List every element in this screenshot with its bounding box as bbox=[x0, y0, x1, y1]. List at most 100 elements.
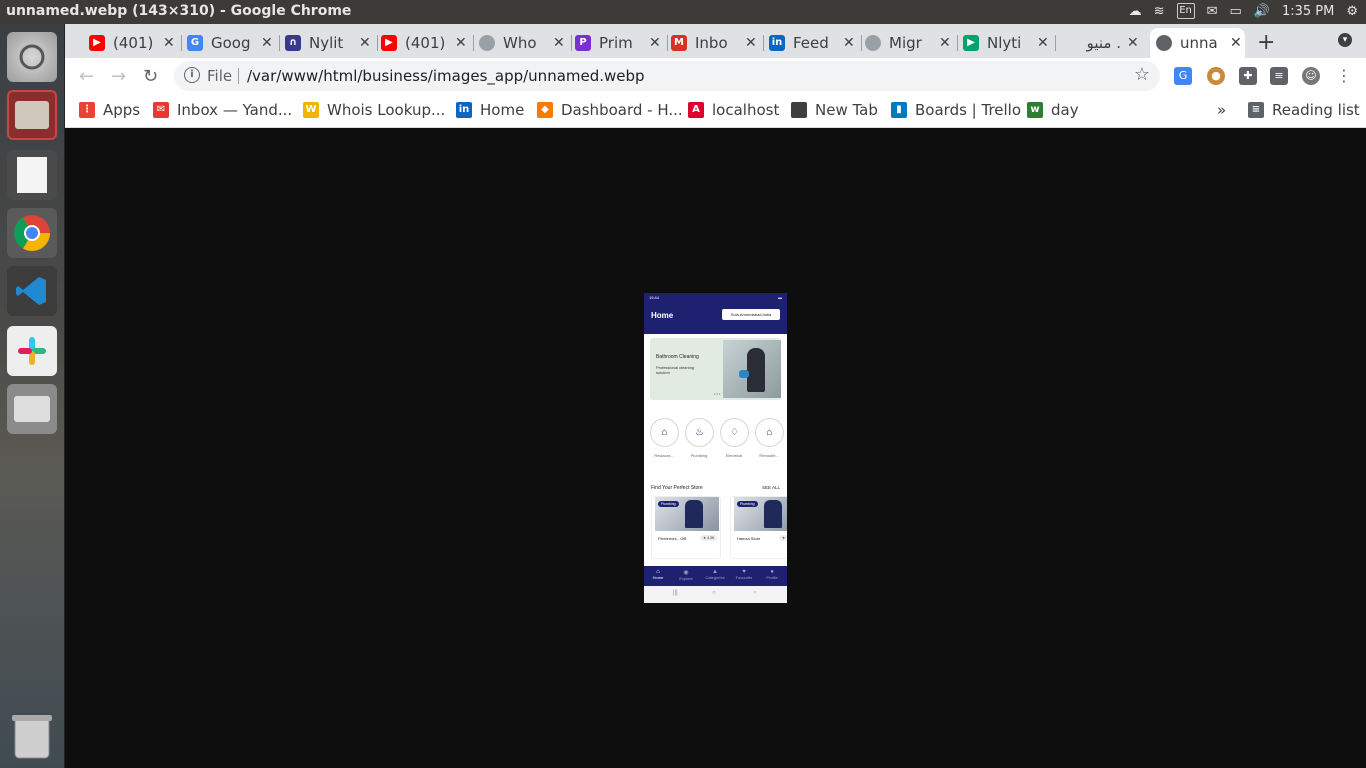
category-label: Electrical bbox=[725, 453, 743, 458]
tab[interactable]: ▶ Nlyti ✕ bbox=[957, 28, 1056, 58]
bookmark-item[interactable]: ◆ Dashboard - H... bbox=[537, 101, 683, 119]
tab-active[interactable]: unna ✕ bbox=[1150, 28, 1245, 58]
carousel-dots: • • • bbox=[714, 391, 721, 396]
close-icon[interactable]: ✕ bbox=[359, 35, 371, 51]
close-icon[interactable]: ✕ bbox=[455, 35, 467, 51]
close-icon[interactable]: ✕ bbox=[745, 35, 757, 51]
tab[interactable]: ∩ Nylit ✕ bbox=[279, 28, 378, 58]
clock[interactable]: 1:35 PM bbox=[1282, 4, 1334, 19]
close-icon[interactable]: ✕ bbox=[553, 35, 565, 51]
more-bookmarks-icon[interactable]: » bbox=[1217, 101, 1226, 119]
tab[interactable]: G Goog ✕ bbox=[181, 28, 280, 58]
close-icon[interactable]: ✕ bbox=[261, 35, 273, 51]
info-icon[interactable]: i bbox=[184, 67, 200, 83]
close-icon[interactable]: ✕ bbox=[1127, 35, 1139, 51]
tab[interactable]: ▶ (401) ✕ bbox=[83, 28, 182, 58]
tab-search-icon[interactable]: ▾ bbox=[1338, 33, 1352, 47]
reading-list-button[interactable]: ≡ Reading list bbox=[1248, 101, 1360, 119]
see-all-link[interactable]: SEE ALL bbox=[762, 485, 780, 490]
tab[interactable]: M Inbo ✕ bbox=[665, 28, 764, 58]
close-icon[interactable]: ✕ bbox=[1037, 35, 1049, 51]
reload-icon[interactable]: ↻ bbox=[143, 66, 158, 87]
banner-title: Bathroom Cleaning bbox=[656, 354, 699, 360]
extensions-puzzle-icon[interactable]: ✚ bbox=[1239, 67, 1257, 85]
translate-extension-icon[interactable]: G bbox=[1174, 67, 1192, 85]
bookmark-item[interactable]: ✉ Inbox — Yand... bbox=[153, 101, 292, 119]
bookmark-star-icon[interactable]: ☆ bbox=[1134, 64, 1150, 85]
cookie-extension-icon[interactable]: ● bbox=[1207, 67, 1225, 85]
media-control-icon[interactable]: ≡ bbox=[1270, 67, 1288, 85]
tab[interactable]: Who ✕ bbox=[473, 28, 572, 58]
nav-home[interactable]: ⌂ Home bbox=[644, 569, 672, 580]
trello-icon: ▮ bbox=[891, 102, 907, 118]
wifi-icon[interactable]: ≋ bbox=[1154, 4, 1165, 19]
day-icon: w bbox=[1027, 102, 1043, 118]
settings-gear-icon[interactable]: ⚙ bbox=[1346, 4, 1358, 19]
home-circle-icon[interactable]: ○ bbox=[712, 590, 716, 596]
tab[interactable]: P Prim ✕ bbox=[569, 28, 668, 58]
store-rating: ★ 4.36 bbox=[700, 535, 717, 541]
bookmark-item[interactable]: Alocalhost bbox=[688, 101, 779, 119]
forward-icon[interactable]: → bbox=[111, 66, 126, 87]
restaurant-icon[interactable]: ⌂ bbox=[650, 418, 679, 447]
explore-icon: ◉ bbox=[683, 570, 689, 576]
apps-grid-icon: ⋮ bbox=[79, 102, 95, 118]
nav-explore[interactable]: ◉ Explore bbox=[672, 569, 700, 581]
url-text[interactable]: /var/www/html/business/images_app/unname… bbox=[247, 67, 645, 85]
bookmark-item[interactable]: ▮ Boards | Trello bbox=[891, 101, 1021, 119]
trash-icon[interactable] bbox=[7, 710, 57, 762]
bookmark-item[interactable]: ⋮ Apps bbox=[79, 101, 140, 119]
store-card[interactable]: Plumbing Flexterlors - Offi ★ 4.36 bbox=[651, 496, 721, 559]
bookmark-item[interactable]: W Whois Lookup... bbox=[303, 101, 445, 119]
mail-icon[interactable]: ✉ bbox=[1207, 4, 1218, 19]
new-tab-button[interactable]: + bbox=[1257, 30, 1275, 55]
close-icon[interactable]: ✕ bbox=[649, 35, 661, 51]
text-editor-icon[interactable] bbox=[7, 150, 57, 200]
bulb-icon[interactable]: ♢ bbox=[720, 418, 749, 447]
chrome-icon[interactable] bbox=[7, 208, 57, 258]
back-chevron-icon[interactable]: ‹ bbox=[754, 590, 756, 596]
store-tag: Plumbing bbox=[737, 501, 758, 507]
bookmark-item[interactable]: New Tab bbox=[791, 101, 878, 119]
close-icon[interactable]: ✕ bbox=[1230, 35, 1242, 51]
ubuntu-dash-icon[interactable] bbox=[7, 32, 57, 82]
recents-icon[interactable]: ||| bbox=[673, 590, 678, 596]
tab[interactable]: ▶ (401) ✕ bbox=[375, 28, 474, 58]
files-icon[interactable] bbox=[7, 90, 57, 140]
battery-icon[interactable]: ▭ bbox=[1229, 4, 1241, 19]
close-icon[interactable]: ✕ bbox=[843, 35, 855, 51]
close-icon[interactable]: ✕ bbox=[939, 35, 951, 51]
nav-categories[interactable]: ▲ Categories bbox=[701, 569, 729, 580]
tab[interactable]: منيو . ✕ bbox=[1053, 28, 1148, 58]
vscode-icon[interactable] bbox=[7, 266, 57, 316]
close-icon[interactable]: ✕ bbox=[163, 35, 175, 51]
phone-status-bar: 19:44 ▴▴ bbox=[644, 293, 787, 303]
location-badge[interactable]: Sola,Ahmedabad,India bbox=[722, 309, 780, 320]
address-bar[interactable]: i File /var/www/html/business/images_app… bbox=[174, 61, 1160, 91]
linkedin-icon: in bbox=[456, 102, 472, 118]
language-indicator[interactable]: En bbox=[1176, 3, 1195, 19]
faucet-icon[interactable]: ♨ bbox=[685, 418, 714, 447]
bookmark-item[interactable]: w day bbox=[1027, 101, 1079, 119]
phone-header: Home Sola,Ahmedabad,India bbox=[644, 303, 787, 334]
globe-icon bbox=[1156, 35, 1172, 51]
menu-kebab-icon[interactable]: ⋮ bbox=[1335, 67, 1353, 85]
globe-icon bbox=[865, 35, 881, 51]
camera-icon[interactable] bbox=[7, 384, 57, 434]
profile-avatar[interactable]: ☺ bbox=[1302, 67, 1320, 85]
tab[interactable]: in Feed ✕ bbox=[763, 28, 862, 58]
tab[interactable]: Migr ✕ bbox=[859, 28, 958, 58]
weather-icon[interactable]: ☁ bbox=[1129, 4, 1142, 19]
nav-favourite[interactable]: ♥ Favourite bbox=[730, 569, 758, 580]
nav-profile[interactable]: ● Profile bbox=[758, 569, 786, 580]
slack-icon[interactable] bbox=[7, 326, 57, 376]
house-icon[interactable]: ⌂ bbox=[755, 418, 784, 447]
bookmark-item[interactable]: in Home bbox=[456, 101, 524, 119]
volume-icon[interactable]: 🔊 bbox=[1254, 4, 1270, 19]
store-name: Hamza Store bbox=[737, 536, 761, 541]
store-name: Flexterlors - Offi bbox=[658, 536, 687, 541]
store-card[interactable]: Plumbing Hamza Store ★ bbox=[730, 496, 787, 559]
promo-banner[interactable]: Bathroom Cleaning Professional cleaning … bbox=[650, 338, 781, 400]
youtube-icon: ▶ bbox=[381, 35, 397, 51]
back-icon[interactable]: ← bbox=[79, 66, 94, 87]
